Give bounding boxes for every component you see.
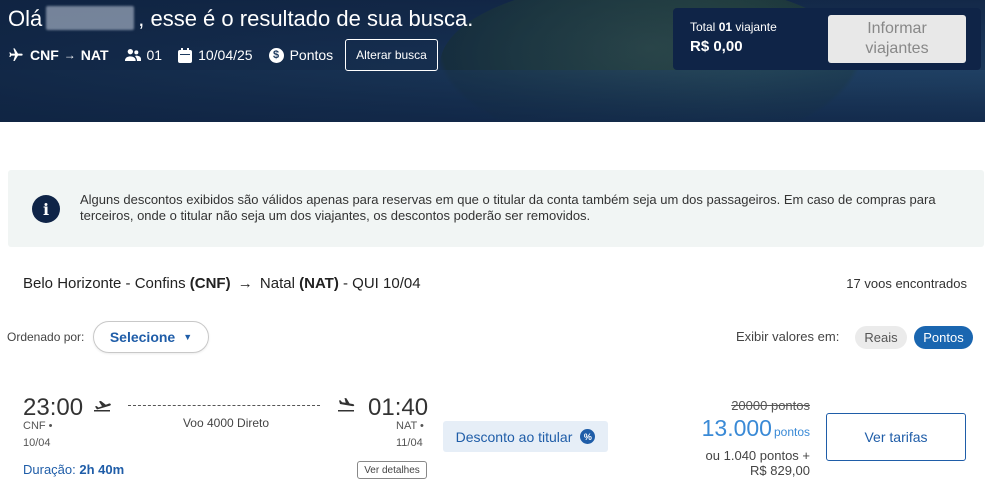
notice-text: Alguns descontos exibidos são válidos ap… bbox=[80, 192, 936, 223]
redacted-user-name bbox=[46, 6, 135, 30]
holder-discount-badge: Desconto ao titular % bbox=[443, 421, 608, 452]
flight-duration: Duração: 2h 40m bbox=[23, 462, 125, 477]
departure-time: 23:00 bbox=[23, 394, 84, 421]
view-fares-button[interactable]: Ver tarifas bbox=[826, 413, 966, 461]
search-summary: CNF → NAT 01 10/04/25 $ Pontos bbox=[8, 45, 349, 65]
calendar-icon bbox=[178, 47, 193, 63]
view-details-button[interactable]: Ver detalhes bbox=[357, 461, 427, 479]
arrow-right-icon: → bbox=[63, 48, 76, 62]
dollar-coin-icon: $ bbox=[268, 47, 284, 63]
flight-number: Voo 4000 Direto bbox=[182, 416, 270, 430]
total-panel: Total 01 viajante R$ 0,00 Informar viaja… bbox=[673, 8, 981, 70]
total-label: Total 01 viajante bbox=[690, 20, 777, 34]
greeting: Olá, esse é o resultado de sua busca. bbox=[8, 6, 474, 31]
departure-date: 10/04 bbox=[23, 437, 51, 449]
toggle-reais[interactable]: Reais bbox=[855, 326, 907, 349]
date-summary: 10/04/25 bbox=[178, 47, 253, 63]
landing-icon bbox=[337, 398, 355, 417]
discounted-price: 13.000 pontos bbox=[701, 415, 810, 441]
original-price: 20000 pontos bbox=[731, 398, 810, 413]
route-heading: Belo Horizonte - Confins (CNF) → Natal (… bbox=[23, 275, 421, 292]
discount-notice: i Alguns descontos exibidos são válidos … bbox=[8, 170, 984, 247]
total-amount: R$ 0,00 bbox=[690, 38, 743, 55]
search-header: Olá, esse é o resultado de sua busca. CN… bbox=[0, 0, 985, 122]
caret-down-icon: ▼ bbox=[183, 332, 193, 342]
people-icon bbox=[124, 48, 141, 62]
arrival-airport: NAT • bbox=[396, 420, 424, 432]
takeoff-icon bbox=[93, 398, 111, 417]
route-line bbox=[128, 405, 320, 406]
passengers-summary: 01 bbox=[124, 47, 162, 63]
alternative-price-money: R$ 829,00 bbox=[750, 463, 810, 478]
info-icon: i bbox=[32, 195, 60, 223]
display-values-label: Exibir valores em: bbox=[736, 329, 840, 344]
arrival-time: 01:40 bbox=[368, 394, 429, 421]
departure-airport: CNF • bbox=[23, 420, 53, 432]
change-search-button[interactable]: Alterar busca bbox=[345, 39, 438, 71]
route-summary: CNF → NAT bbox=[8, 47, 109, 63]
flights-count: 17 voos encontrados bbox=[846, 276, 967, 291]
sort-select[interactable]: Selecione ▼ bbox=[93, 321, 209, 353]
airplane-icon bbox=[8, 47, 24, 63]
percent-badge-icon: % bbox=[580, 429, 596, 444]
arrival-date: 11/04 bbox=[396, 437, 423, 449]
arrow-right-icon: → bbox=[237, 275, 253, 292]
toggle-pontos[interactable]: Pontos bbox=[914, 326, 973, 349]
alternative-price-points: ou 1.040 pontos + bbox=[705, 448, 810, 463]
inform-travelers-button[interactable]: Informar viajantes bbox=[828, 15, 966, 63]
fare-type-summary: $ Pontos bbox=[268, 47, 333, 63]
sort-label: Ordenado por: bbox=[7, 330, 85, 344]
